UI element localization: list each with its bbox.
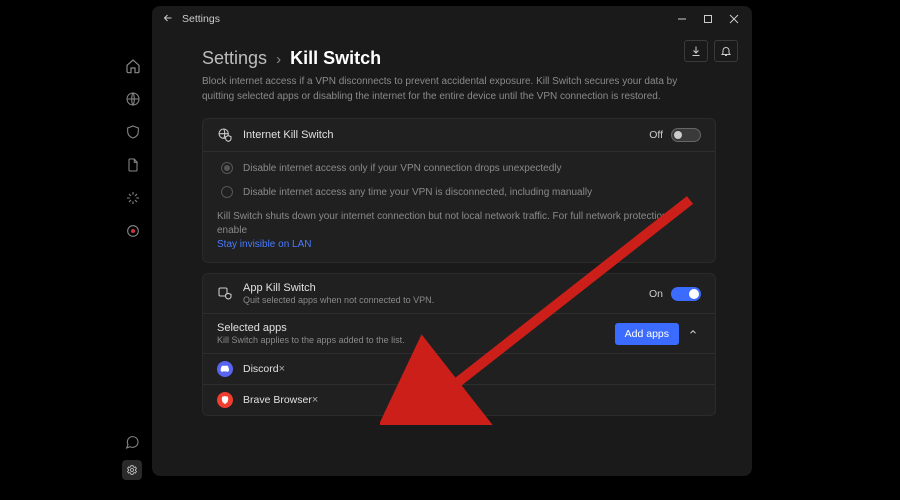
nav-chat[interactable] bbox=[122, 432, 142, 452]
breadcrumb: Settings › Kill Switch bbox=[202, 48, 716, 69]
discord-icon bbox=[217, 361, 233, 377]
nav-globe[interactable] bbox=[123, 89, 143, 109]
radio-option-always[interactable]: Disable internet access any time your VP… bbox=[203, 180, 715, 204]
app-ks-toggle[interactable] bbox=[671, 287, 701, 301]
internet-ks-title: Internet Kill Switch bbox=[243, 129, 333, 141]
remove-app-button[interactable]: × bbox=[312, 394, 318, 406]
nav-home[interactable] bbox=[123, 56, 143, 76]
globe-shield-icon bbox=[217, 127, 233, 143]
titlebar: Settings bbox=[152, 6, 752, 32]
radio-icon bbox=[221, 162, 233, 174]
app-row-brave: Brave Browser × bbox=[203, 385, 715, 415]
app-row-discord: Discord × bbox=[203, 354, 715, 384]
breadcrumb-parent[interactable]: Settings bbox=[202, 48, 267, 68]
app-name: Discord bbox=[243, 363, 279, 375]
app-ks-state: On bbox=[649, 288, 663, 300]
app-ks-subtitle: Quit selected apps when not connected to… bbox=[243, 295, 434, 305]
collapse-chevron-up-icon[interactable] bbox=[685, 327, 701, 340]
minimize-button[interactable] bbox=[670, 9, 694, 29]
breadcrumb-current: Kill Switch bbox=[290, 48, 381, 68]
chevron-right-icon: › bbox=[276, 51, 281, 68]
selected-apps-sub: Kill Switch applies to the apps added to… bbox=[217, 335, 405, 345]
selected-apps-label: Selected apps bbox=[217, 322, 405, 334]
app-shield-icon bbox=[217, 286, 233, 302]
nav-spark[interactable] bbox=[123, 188, 143, 208]
app-kill-switch-card: App Kill Switch Quit selected apps when … bbox=[202, 273, 716, 416]
nav-shield[interactable] bbox=[123, 122, 143, 142]
internet-ks-note: Kill Switch shuts down your internet con… bbox=[203, 204, 715, 262]
radio-icon bbox=[221, 186, 233, 198]
window-title: Settings bbox=[182, 13, 220, 25]
nav-target[interactable] bbox=[123, 221, 143, 241]
add-apps-button[interactable]: Add apps bbox=[615, 323, 679, 345]
app-name: Brave Browser bbox=[243, 394, 312, 406]
radio-option-unexpected[interactable]: Disable internet access only if your VPN… bbox=[203, 156, 715, 180]
internet-ks-state: Off bbox=[649, 129, 663, 141]
close-button[interactable] bbox=[722, 9, 746, 29]
brave-icon bbox=[217, 392, 233, 408]
remove-app-button[interactable]: × bbox=[279, 363, 285, 375]
app-ks-title: App Kill Switch bbox=[243, 282, 434, 294]
internet-kill-switch-card: Internet Kill Switch Off Disable interne… bbox=[202, 118, 716, 263]
internet-ks-toggle[interactable] bbox=[671, 128, 701, 142]
maximize-button[interactable] bbox=[696, 9, 720, 29]
nav-settings[interactable] bbox=[122, 460, 142, 480]
page-description: Block internet access if a VPN disconnec… bbox=[202, 75, 692, 104]
settings-window: Settings Settings › Kill Switch Block in… bbox=[152, 6, 752, 476]
back-button[interactable] bbox=[158, 12, 178, 27]
stay-invisible-link[interactable]: Stay invisible on LAN bbox=[217, 239, 312, 250]
nav-file[interactable] bbox=[123, 155, 143, 175]
